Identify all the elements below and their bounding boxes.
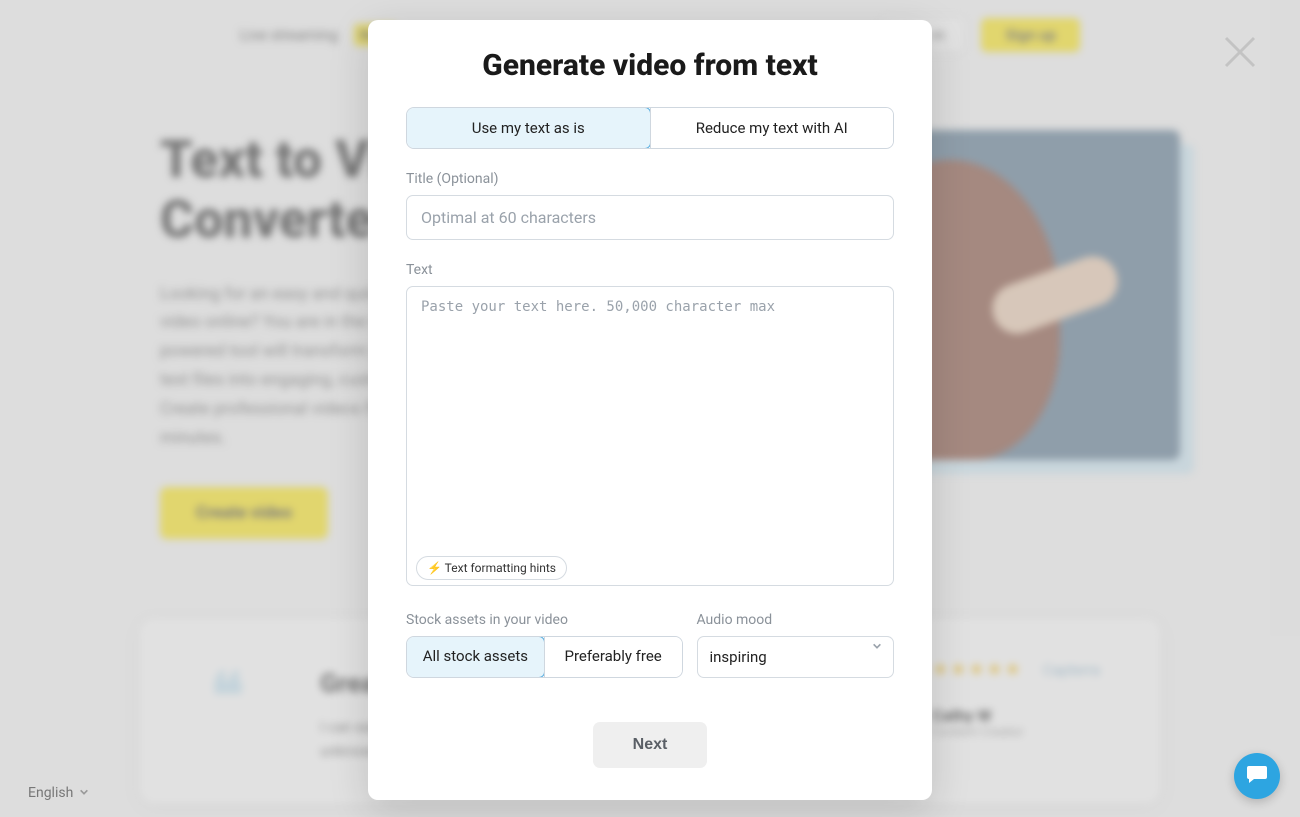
text-label: Text (406, 262, 894, 278)
title-input[interactable] (406, 195, 894, 240)
stock-free-button[interactable]: Preferably free (544, 637, 682, 677)
mood-label: Audio mood (697, 612, 895, 628)
title-label: Title (Optional) (406, 171, 894, 187)
chat-fab[interactable] (1234, 753, 1280, 799)
text-input[interactable] (406, 286, 894, 586)
formatting-hints-chip[interactable]: ⚡ Text formatting hints (416, 556, 567, 580)
chevron-down-icon (79, 785, 89, 801)
audio-mood-select[interactable]: inspiring (697, 636, 895, 678)
language-value: English (28, 785, 73, 801)
modal-title: Generate video from text (406, 48, 894, 83)
language-select[interactable]: English (28, 785, 89, 801)
stock-all-button[interactable]: All stock assets (406, 636, 545, 678)
close-icon[interactable] (1216, 28, 1264, 76)
audio-mood-value: inspiring (710, 648, 767, 666)
chat-icon (1245, 762, 1269, 790)
next-button[interactable]: Next (593, 722, 708, 768)
text-mode-toggle: Use my text as is Reduce my text with AI (406, 107, 894, 149)
stock-label: Stock assets in your video (406, 612, 683, 628)
tab-use-text[interactable]: Use my text as is (406, 107, 651, 149)
stock-toggle: All stock assets Preferably free (406, 636, 683, 678)
tab-reduce-ai[interactable]: Reduce my text with AI (650, 108, 894, 148)
generate-video-modal: Generate video from text Use my text as … (368, 20, 932, 800)
